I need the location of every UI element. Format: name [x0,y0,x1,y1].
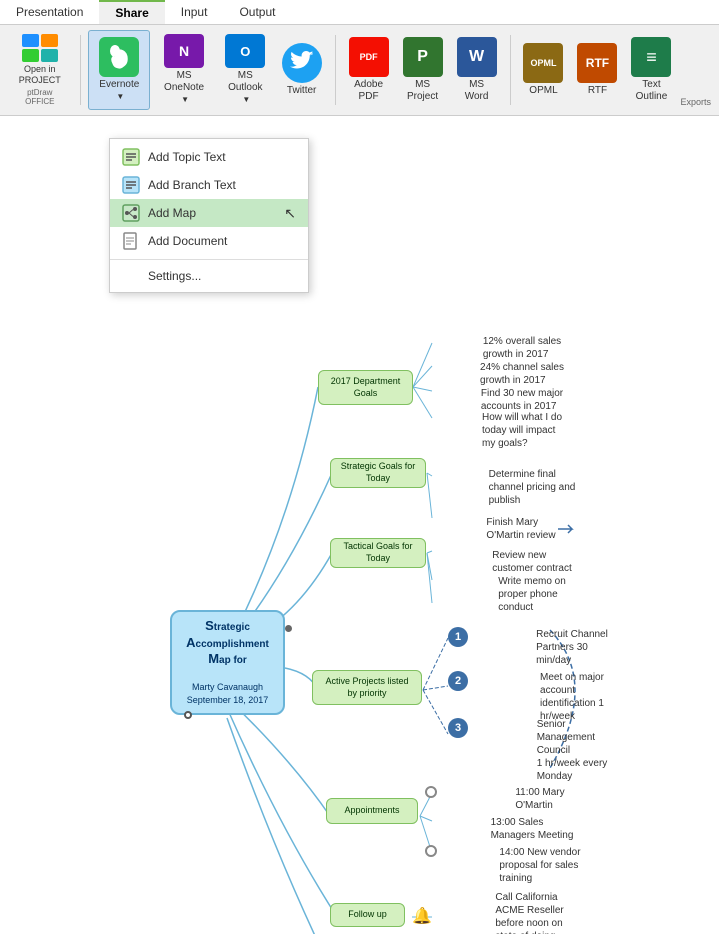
document-icon [122,232,140,250]
ribbon-content: Open inPROJECT ptDraw OFFICE Evernote ▼ [0,25,719,115]
text-outline-icon: ≡ [631,37,671,77]
add-topic-text-item[interactable]: Add Topic Text [110,143,308,171]
twitter-button[interactable]: Twitter [277,30,327,110]
settings-item[interactable]: Settings... [110,264,308,288]
project-label: MSProject [407,79,438,103]
add-branch-text-item[interactable]: Add Branch Text [110,171,308,199]
branch-strategic-goals[interactable]: Strategic Goals forToday [330,458,426,488]
tab-output[interactable]: Output [223,0,291,24]
project-icon: P [403,37,443,77]
cursor-indicator: ↖ [284,205,296,222]
open-project-label: Open inPROJECT [19,64,61,86]
branch-icon [122,176,140,194]
pdf-icon: PDF [349,37,389,77]
text-outline-label: TextOutline [636,79,668,103]
twitter-label: Twitter [287,85,316,97]
evernote-icon [99,37,139,77]
ribbon: Presentation Share Input Output Open inP… [0,0,719,116]
circle-empty-1 [425,786,437,798]
opml-button[interactable]: OPML OPML [518,30,568,110]
center-node: Strategic Accomplishment Map for Marty C… [170,610,285,715]
ms-project-button[interactable]: P MSProject [398,30,448,110]
add-map-item[interactable]: Add Map ↖ [110,199,308,227]
rtf-button[interactable]: RTF RTF [572,30,622,110]
ms-onenote-button[interactable]: N MSOneNote ▼ [154,30,214,110]
map-icon [122,204,140,222]
circle-num-2: 2 [448,671,468,691]
ribbon-tabs: Presentation Share Input Output [0,0,719,25]
tab-share[interactable]: Share [99,0,164,24]
leaf-9: Recruit ChannelPartners 30min/day [472,623,672,672]
circle-num-1: 1 [448,627,468,647]
add-document-item[interactable]: Add Document [110,227,308,255]
branch-tactical-goals[interactable]: Tactical Goals forToday [330,538,426,568]
open-project-button[interactable]: Open inPROJECT ptDraw OFFICE [8,30,72,110]
ptdraw-label: ptDraw OFFICE [14,86,66,106]
outlook-label: MSOutlook ▼ [224,70,267,106]
rtf-icon: RTF [577,43,617,83]
branch-active-projects[interactable]: Active Projects listedby priority [312,670,422,705]
word-label: MSWord [465,79,489,103]
exports-label: Exports [680,97,711,111]
evernote-button[interactable]: Evernote ▼ [88,30,150,110]
leaf-14: 14:00 New vendorproposal for salestraini… [440,841,640,890]
outlook-icon: O [225,34,265,68]
word-icon: W [457,37,497,77]
pdf-label: AdobePDF [354,79,383,103]
dropdown-separator [110,259,308,260]
onenote-icon: N [164,34,204,68]
ms-word-button[interactable]: W MSWord [452,30,502,110]
rtf-label: RTF [588,85,607,97]
branch-follow-up[interactable]: Follow up [330,903,405,927]
mindmap-area: Strategic Accomplishment Map for Marty C… [0,138,719,934]
ribbon-separator-3 [510,35,511,105]
twitter-icon [282,43,322,83]
topic-icon [122,148,140,166]
branch-appointments[interactable]: Appointments [326,798,418,824]
branch-dept-goals[interactable]: 2017 DepartmentGoals [318,370,413,405]
circle-empty-2 [425,845,437,857]
leaf-5: Determine finalchannel pricing andpublis… [432,463,632,512]
ribbon-separator-2 [335,35,336,105]
evernote-dropdown: Add Topic Text Add Branch Text Add Map ↖ [109,138,309,293]
follow-up-icon: 🔔 [412,906,432,926]
open-project-icon [22,34,58,62]
leaf-11: SeniorManagementCouncil1 hr/week everyMo… [472,713,672,788]
adobe-pdf-button[interactable]: PDF AdobePDF [344,30,394,110]
leaf-4: How will what I dotoday will impactmy go… [432,406,612,455]
small-dot-1 [285,625,292,632]
evernote-label: Evernote ▼ [95,79,143,103]
leaf-6: Finish MaryO'Martin review [432,511,632,547]
circle-num-3: 3 [448,718,468,738]
tab-input[interactable]: Input [165,0,224,24]
leaf-8: Write memo onproper phoneconduct [432,570,632,619]
opml-icon: OPML [523,43,563,83]
leaf-15: Call CaliforniaACME Resellerbefore noon … [434,886,634,934]
text-outline-button[interactable]: ≡ TextOutline [626,30,676,110]
app-container: Presentation Share Input Output Open inP… [0,0,719,116]
ribbon-separator-1 [80,35,81,105]
tab-presentation[interactable]: Presentation [0,0,99,24]
ms-outlook-button[interactable]: O MSOutlook ▼ [218,30,273,110]
center-dot [184,711,192,719]
onenote-label: MSOneNote ▼ [160,70,208,106]
opml-label: OPML [529,85,557,97]
